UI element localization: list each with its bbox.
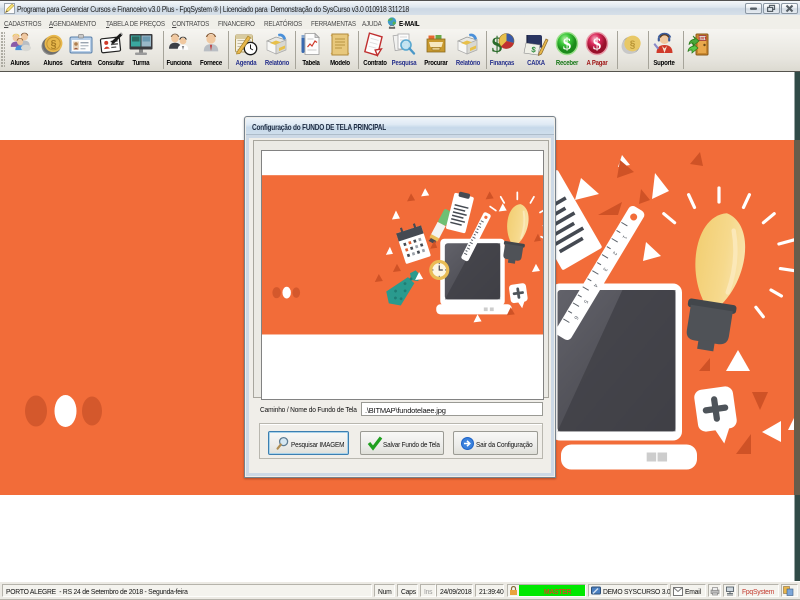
svg-text:EXIT: EXIT (699, 37, 708, 41)
svg-text:§: § (630, 40, 636, 51)
svg-text:$: $ (563, 35, 572, 54)
svg-text:§: § (50, 39, 56, 51)
svg-text:$: $ (593, 35, 602, 54)
